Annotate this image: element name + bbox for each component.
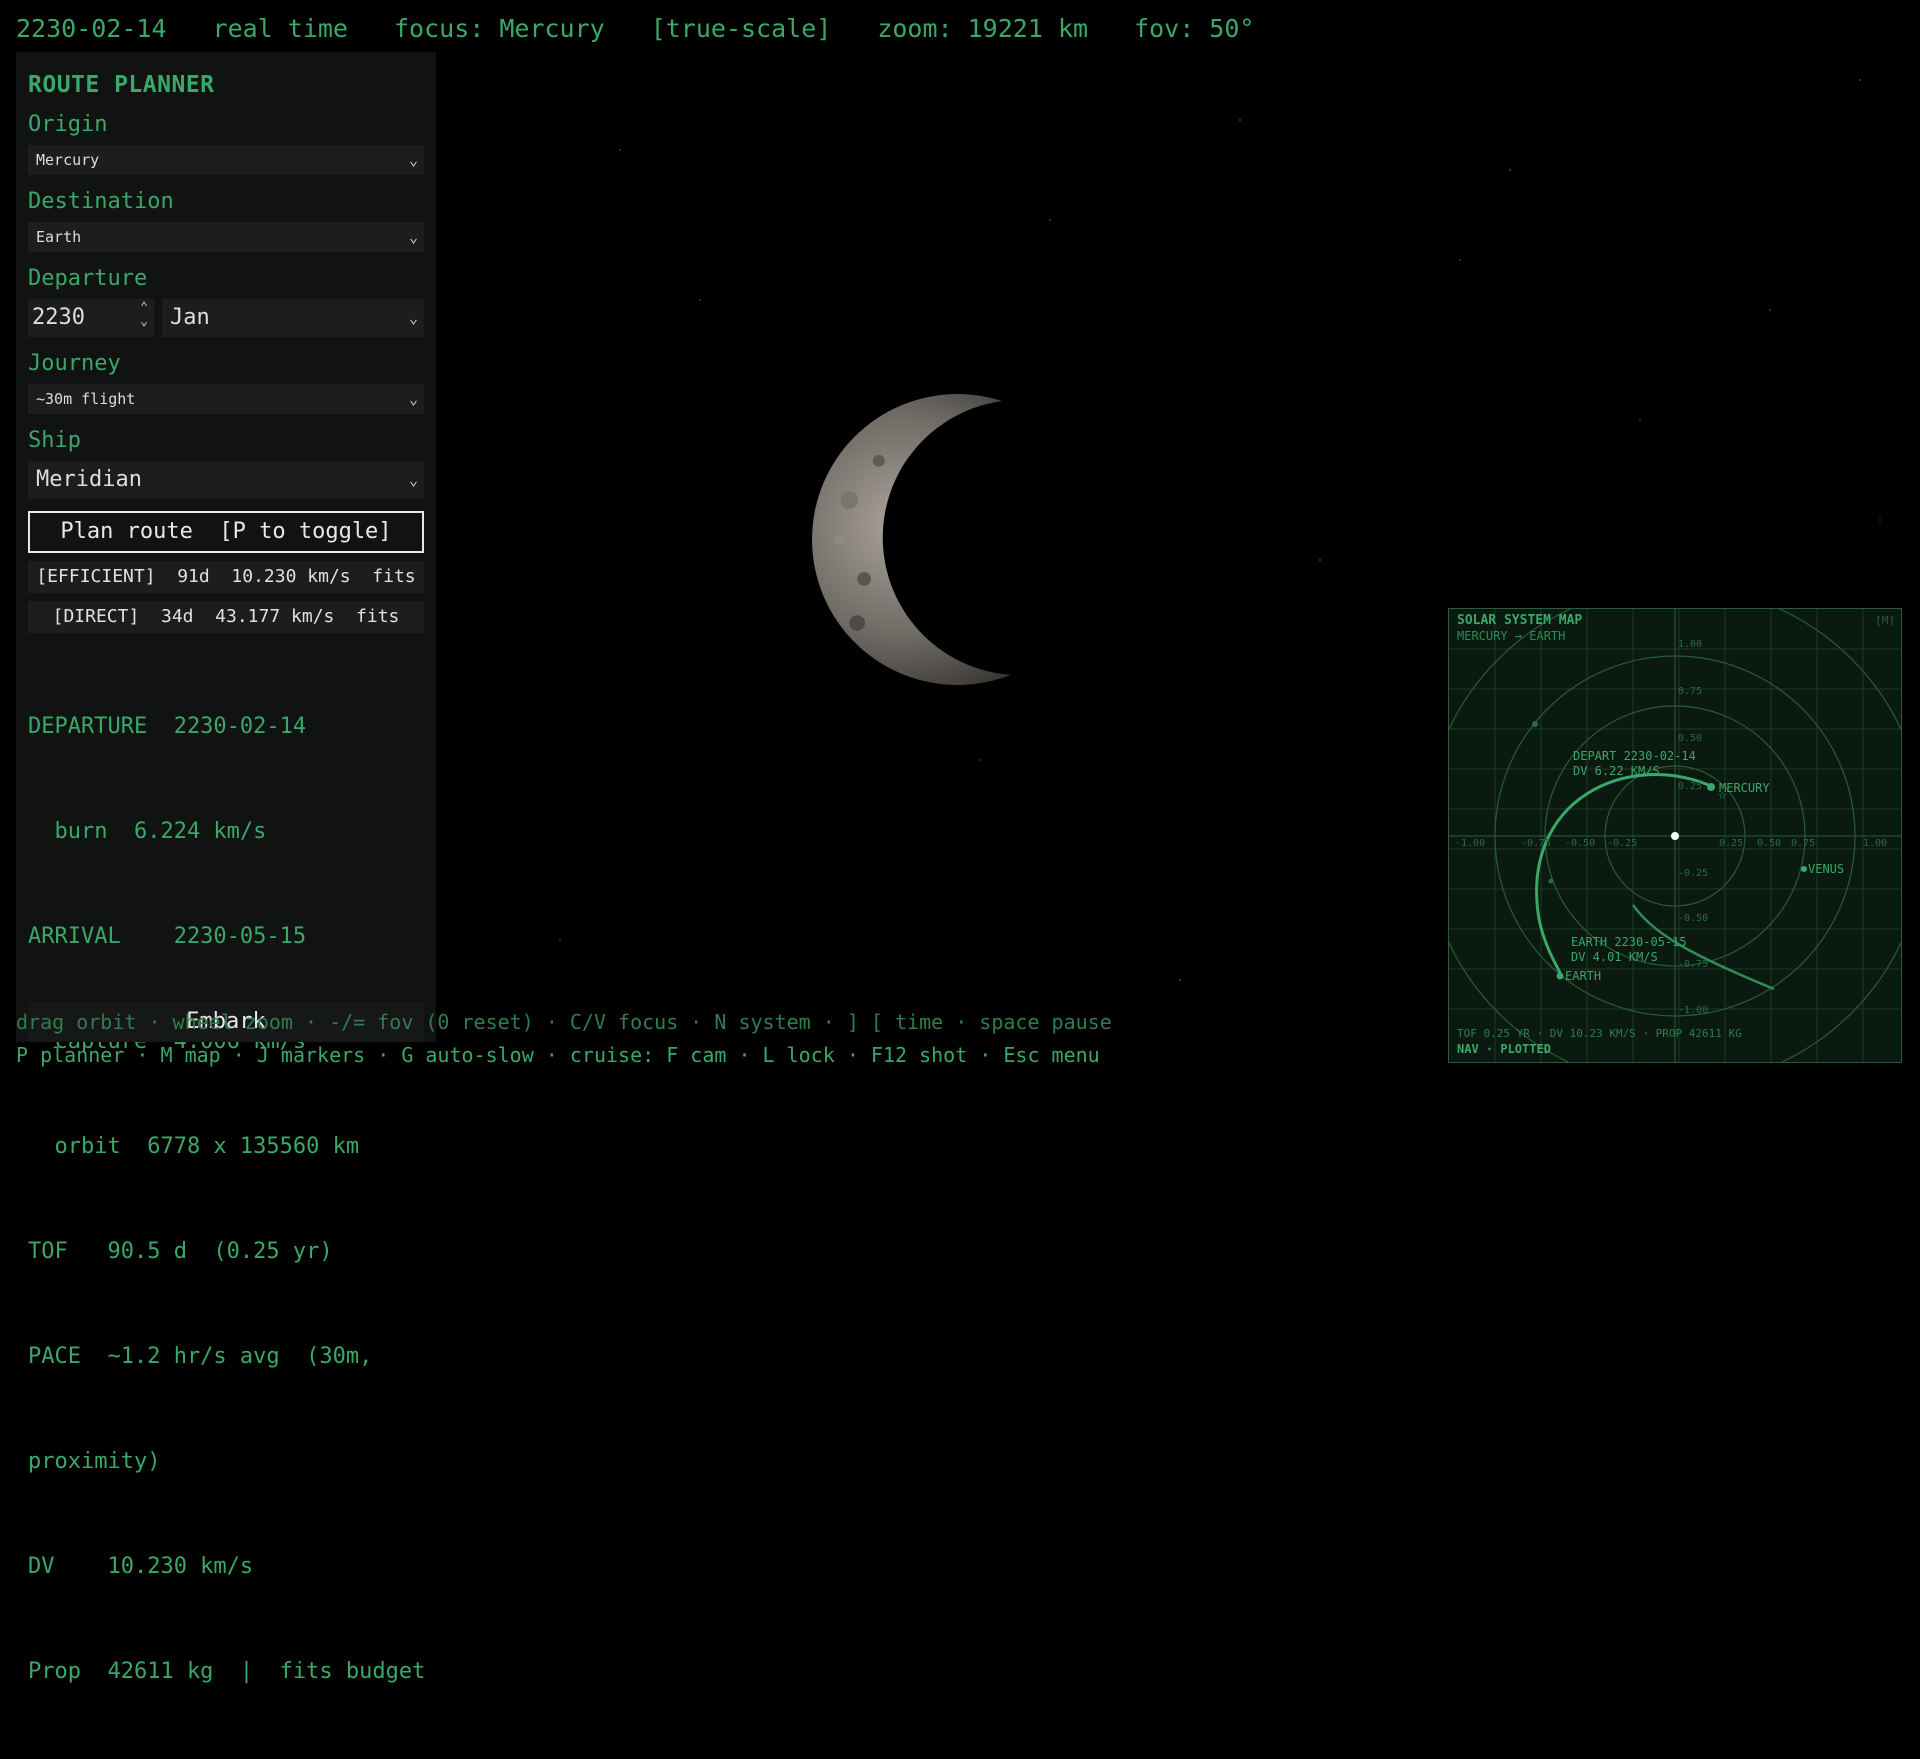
venus-label: VENUS [1808,862,1845,876]
ship-select[interactable]: Meridian ⌄ [28,461,424,499]
origin-label: Origin [28,112,108,137]
departure-label: Departure [28,266,148,291]
journey-label: Journey [28,351,121,376]
tick-x: 1.00 [1863,838,1888,849]
origin-select[interactable]: Mercury ⌄ [28,145,424,175]
map-title: SOLAR SYSTEM MAP [1457,613,1583,628]
scale-mode: [true-scale] [650,14,832,43]
destination-label: Destination [28,189,174,214]
tick-y: -0.75 [1678,959,1709,970]
chevron-down-icon: ⌄ [408,228,418,246]
detail-orbit: orbit 6778 x 135560 km [28,1134,360,1159]
departure-year-input[interactable]: 2230 ⌃ ⌄ [28,299,154,337]
time-mode: real time [212,14,348,43]
ship-label: Ship [28,428,81,453]
tick-x: -0.25 [1607,838,1638,849]
stepper-icon[interactable]: ⌃ ⌄ [140,301,148,329]
tick-y: -1.00 [1678,1005,1709,1016]
tick-y: -0.25 [1678,868,1709,879]
map-subtitle: MERCURY → EARTH [1457,629,1566,643]
tick-x: -1.00 [1455,838,1486,849]
tick-y: 0.75 [1678,686,1703,697]
focus-target: focus: Mercury [393,14,605,43]
chevron-down-icon: ⌄ [408,151,418,169]
destination-select[interactable]: Earth ⌄ [28,222,424,252]
depart-label: DEPART 2230-02-14 [1573,749,1696,763]
controls-hint-line-1: drag orbit · wheel zoom · -/= fov (0 res… [16,1010,1112,1034]
journey-select[interactable]: ~30m flight ⌄ [28,384,424,414]
departure-row: 2230 ⌃ ⌄ Jan ⌄ [28,299,424,337]
solar-system-map[interactable]: ☆ SOLAR SYSTEM MAP MERCURY → EARTH [M] -… [1448,608,1902,1063]
earth-label: EARTH [1565,969,1602,983]
arrive-dv-label: DV 4.01 KM/S [1571,950,1658,964]
arrive-label: EARTH 2230-05-15 [1571,935,1687,949]
chevron-down-icon: ⌄ [408,390,418,408]
map-hotkey: [M] [1875,614,1895,627]
sim-date: 2230-02-14 [16,14,167,43]
route-option-direct[interactable]: [DIRECT] 34d 43.177 km/s fits [28,601,424,633]
fov-readout: fov: 50° [1134,14,1255,43]
detail-departure: DEPARTURE 2230-02-14 [28,714,307,739]
planet-mercury[interactable] [810,392,1105,687]
tick-x: -0.75 [1521,838,1552,849]
departure-month-select[interactable]: Jan ⌄ [162,299,424,337]
tick-y: 1.00 [1678,639,1703,650]
controls-hint-line-2: P planner · M map · J markers · G auto-s… [16,1043,1100,1067]
mercury-label: MERCURY [1719,781,1770,795]
departure-month-value: Jan [170,305,210,330]
panel-title: ROUTE PLANNER [28,72,215,98]
detail-pace-cont: proximity) [28,1449,161,1474]
destination-value: Earth [36,228,82,246]
chevron-down-icon: ⌄ [408,471,418,489]
plan-route-button[interactable]: Plan route [P to toggle] [28,511,424,553]
chevron-down-icon: ⌄ [408,309,418,327]
detail-dv: DV 10.230 km/s [28,1554,254,1579]
detail-pace: PACE ~1.2 hr/s avg (30m, [28,1344,373,1369]
tick-x: 0.25 [1719,838,1744,849]
ship-value: Meridian [36,467,142,492]
tick-y: -0.50 [1678,913,1709,924]
tick-y: 0.25 [1678,781,1703,792]
route-planner-panel: ROUTE PLANNER Origin Mercury ⌄ Destinati… [16,52,436,1684]
route-option-efficient[interactable]: [EFFICIENT] 91d 10.230 km/s fits [28,561,424,593]
map-graphic: ☆ [1449,609,1901,1062]
depart-dv-label: DV 6.22 KM/S [1573,764,1660,778]
journey-value: ~30m flight [36,390,136,408]
top-hud: 2230-02-14 real time focus: Mercury [tru… [16,14,1254,43]
detail-prop: Prop 42611 kg | fits budget [28,1659,426,1684]
detail-arrival: ARRIVAL 2230-05-15 [28,924,307,949]
zoom-readout: zoom: 19221 km [877,14,1089,43]
tick-x: 0.50 [1757,838,1782,849]
map-status: NAV · PLOTTED [1457,1042,1551,1056]
tick-y: 0.50 [1678,733,1703,744]
map-footer: TOF 0.25 YR · DV 10.23 KM/S · PROP 42611… [1457,1027,1742,1040]
origin-value: Mercury [36,151,100,169]
departure-year-value: 2230 [32,305,85,330]
detail-tof: TOF 90.5 d (0.25 yr) [28,1239,333,1264]
tick-x: 0.75 [1791,838,1816,849]
route-details: DEPARTURE 2230-02-14 burn 6.224 km/s ARR… [28,639,426,1759]
detail-burn: burn 6.224 km/s [28,819,267,844]
tick-x: -0.50 [1565,838,1596,849]
